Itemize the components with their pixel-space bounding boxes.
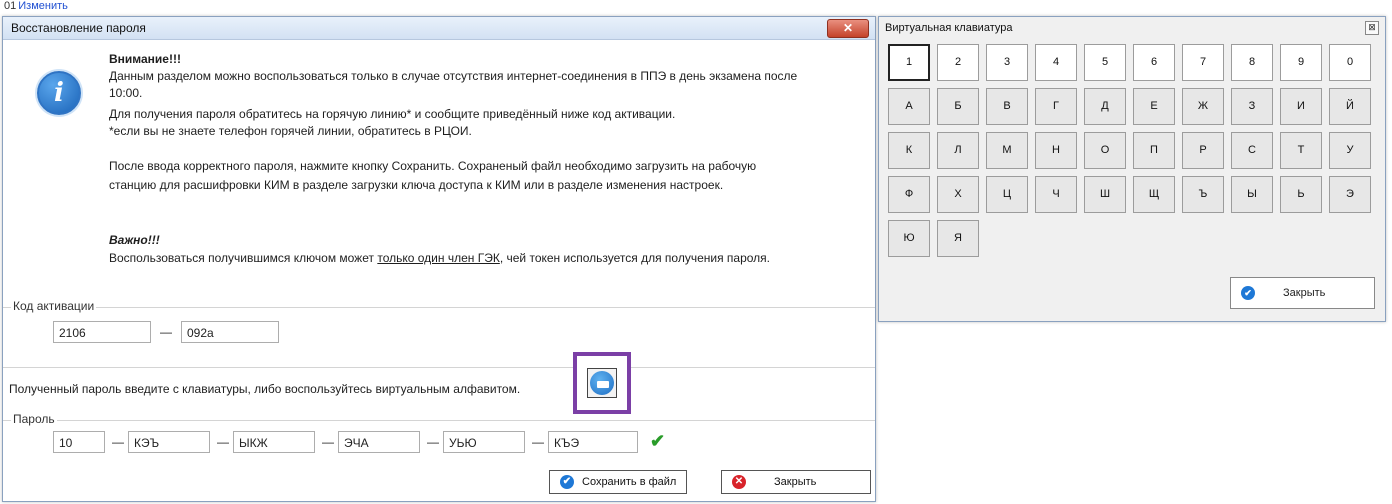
virtual-keyboard-hint: Полученный пароль введите с клавиатуры, … — [9, 382, 521, 396]
password-separator: — — [532, 435, 544, 449]
save-instructions-line2: станцию для расшифровки КИМ в разделе за… — [109, 178, 724, 192]
dialog-close-bottom-button[interactable]: ✕ Закрыть — [721, 470, 871, 494]
vk-key[interactable]: Ж — [1182, 88, 1224, 125]
vk-key[interactable]: Й — [1329, 88, 1371, 125]
attention-text-line2: 10:00. — [109, 86, 143, 100]
vk-key[interactable]: 9 — [1280, 44, 1322, 81]
virtual-keyboard-close-button[interactable]: ✔ Закрыть — [1230, 277, 1375, 309]
activation-separator: — — [160, 325, 172, 339]
vk-key[interactable]: Ъ — [1182, 176, 1224, 213]
password-legend: Пароль — [11, 412, 57, 426]
vk-key[interactable]: 4 — [1035, 44, 1077, 81]
attention-heading: Внимание!!! — [109, 52, 181, 66]
vk-key[interactable]: Р — [1182, 132, 1224, 169]
activation-legend: Код активации — [11, 299, 97, 313]
background-link-text: Изменить — [18, 0, 68, 12]
vk-key[interactable]: Г — [1035, 88, 1077, 125]
vk-key[interactable]: Е — [1133, 88, 1175, 125]
close-cross-icon: ✕ — [732, 475, 746, 489]
virtual-keyboard-window: Виртуальная клавиатура ⊠ 1234567890 АБВГД… — [878, 16, 1386, 322]
vk-key[interactable]: Л — [937, 132, 979, 169]
password-recovery-dialog: Восстановление пароля ✕ i Внимание!!! Да… — [2, 16, 876, 502]
save-to-file-label: Сохранить в файл — [582, 476, 677, 488]
vk-key[interactable]: Д — [1084, 88, 1126, 125]
activation-code-part2[interactable]: 092а — [181, 321, 279, 343]
password-separator: — — [217, 435, 229, 449]
vk-key[interactable]: З — [1231, 88, 1273, 125]
vk-key[interactable]: 2 — [937, 44, 979, 81]
vk-key[interactable]: 0 — [1329, 44, 1371, 81]
dialog-close-bottom-label: Закрыть — [774, 476, 817, 488]
virtual-keyboard-title: Виртуальная клавиатура — [885, 22, 1013, 34]
password-part-4[interactable]: ЭЧА — [338, 431, 420, 453]
password-group-line — [3, 420, 875, 421]
vk-key[interactable]: Ф — [888, 176, 930, 213]
hotline-footnote: *если вы не знаете телефон горячей линии… — [109, 124, 472, 138]
background-strip — [0, 0, 1392, 14]
important-text-pre: Воспользоваться получившимся ключом може… — [109, 251, 378, 265]
password-separator: — — [322, 435, 334, 449]
hotline-instructions: Для получения пароля обратитесь на горяч… — [109, 107, 676, 121]
background-link-number: 01 — [4, 0, 17, 12]
vk-key[interactable]: Э — [1329, 176, 1371, 213]
vk-key[interactable]: Ю — [888, 220, 930, 257]
vk-key[interactable]: Ы — [1231, 176, 1273, 213]
vk-key[interactable]: Ц — [986, 176, 1028, 213]
password-part-6[interactable]: КЪЭ — [548, 431, 638, 453]
vk-key[interactable]: С — [1231, 132, 1273, 169]
vk-key[interactable]: И — [1280, 88, 1322, 125]
virtual-keyboard-highlight — [573, 352, 631, 414]
virtual-keyboard-button[interactable] — [587, 368, 617, 398]
keyboard-icon — [590, 371, 614, 395]
vk-key[interactable]: У — [1329, 132, 1371, 169]
dialog-title: Восстановление пароля — [11, 21, 146, 35]
hint-divider — [3, 367, 875, 368]
vk-key[interactable]: 3 — [986, 44, 1028, 81]
vk-key[interactable]: Н — [1035, 132, 1077, 169]
vk-key[interactable]: Ч — [1035, 176, 1077, 213]
important-heading: Важно!!! — [109, 233, 160, 247]
virtual-keyboard-close-icon[interactable]: ⊠ — [1365, 21, 1379, 35]
save-to-file-button[interactable]: ✔ Сохранить в файл — [549, 470, 687, 494]
important-text-underlined: только один член ГЭК — [377, 251, 500, 265]
vk-key[interactable]: П — [1133, 132, 1175, 169]
vk-key[interactable]: К — [888, 132, 930, 169]
virtual-keyboard-close-label: Закрыть — [1283, 287, 1326, 299]
vk-close-check-icon: ✔ — [1241, 286, 1255, 300]
dialog-titlebar: Восстановление пароля ✕ — [3, 17, 875, 40]
important-text: Воспользоваться получившимся ключом може… — [109, 250, 770, 267]
vk-key[interactable]: 7 — [1182, 44, 1224, 81]
password-part-1[interactable]: 10 — [53, 431, 105, 453]
vk-key[interactable]: 8 — [1231, 44, 1273, 81]
attention-text-line1: Данным разделом можно воспользоваться то… — [109, 69, 798, 83]
vk-key[interactable]: В — [986, 88, 1028, 125]
vk-key[interactable]: Я — [937, 220, 979, 257]
vk-key[interactable]: Щ — [1133, 176, 1175, 213]
password-part-3[interactable]: ЫКЖ — [233, 431, 315, 453]
vk-key[interactable]: А — [888, 88, 930, 125]
password-part-5[interactable]: УЬЮ — [443, 431, 525, 453]
vk-key[interactable]: Ш — [1084, 176, 1126, 213]
vk-key[interactable]: Ь — [1280, 176, 1322, 213]
save-instructions-line1: После ввода корректного пароля, нажмите … — [109, 159, 757, 173]
vk-key[interactable]: Х — [937, 176, 979, 213]
vk-key[interactable]: М — [986, 132, 1028, 169]
vk-key[interactable]: О — [1084, 132, 1126, 169]
info-icon: i — [37, 71, 81, 115]
background-edit-link[interactable]: 01 Изменить — [4, 0, 68, 12]
password-separator: — — [112, 435, 124, 449]
activation-code-part1[interactable]: 2106 — [53, 321, 151, 343]
important-text-post: , чей токен используется для получения п… — [499, 251, 771, 265]
password-separator: — — [427, 435, 439, 449]
vk-key[interactable]: 6 — [1133, 44, 1175, 81]
vk-key[interactable]: Б — [937, 88, 979, 125]
vk-key[interactable]: 5 — [1084, 44, 1126, 81]
activation-group-line — [3, 307, 875, 308]
password-part-2[interactable]: КЭЪ — [128, 431, 210, 453]
password-valid-check-icon: ✔ — [650, 431, 666, 451]
vk-key[interactable]: Т — [1280, 132, 1322, 169]
vk-key[interactable]: 1 — [888, 44, 930, 81]
dialog-close-button[interactable]: ✕ — [827, 19, 869, 38]
save-check-icon: ✔ — [560, 475, 574, 489]
